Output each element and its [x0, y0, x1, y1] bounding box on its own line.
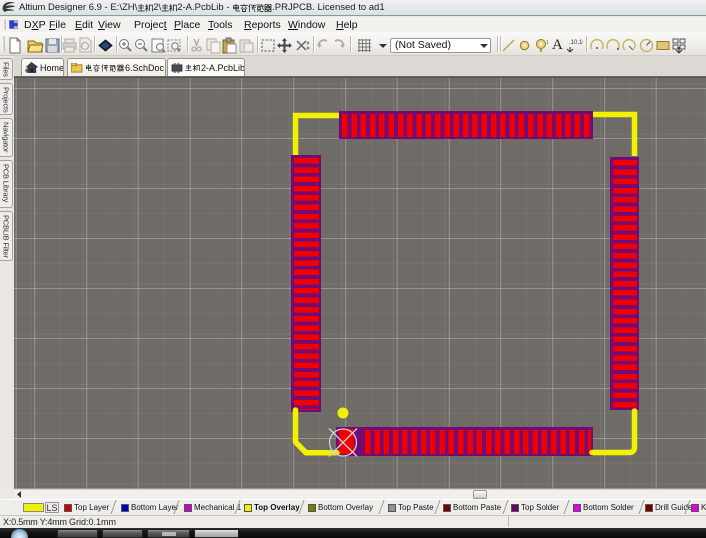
svg-text:.10,10: .10,10 — [569, 40, 583, 46]
svg-text:1: 1 — [546, 40, 549, 46]
